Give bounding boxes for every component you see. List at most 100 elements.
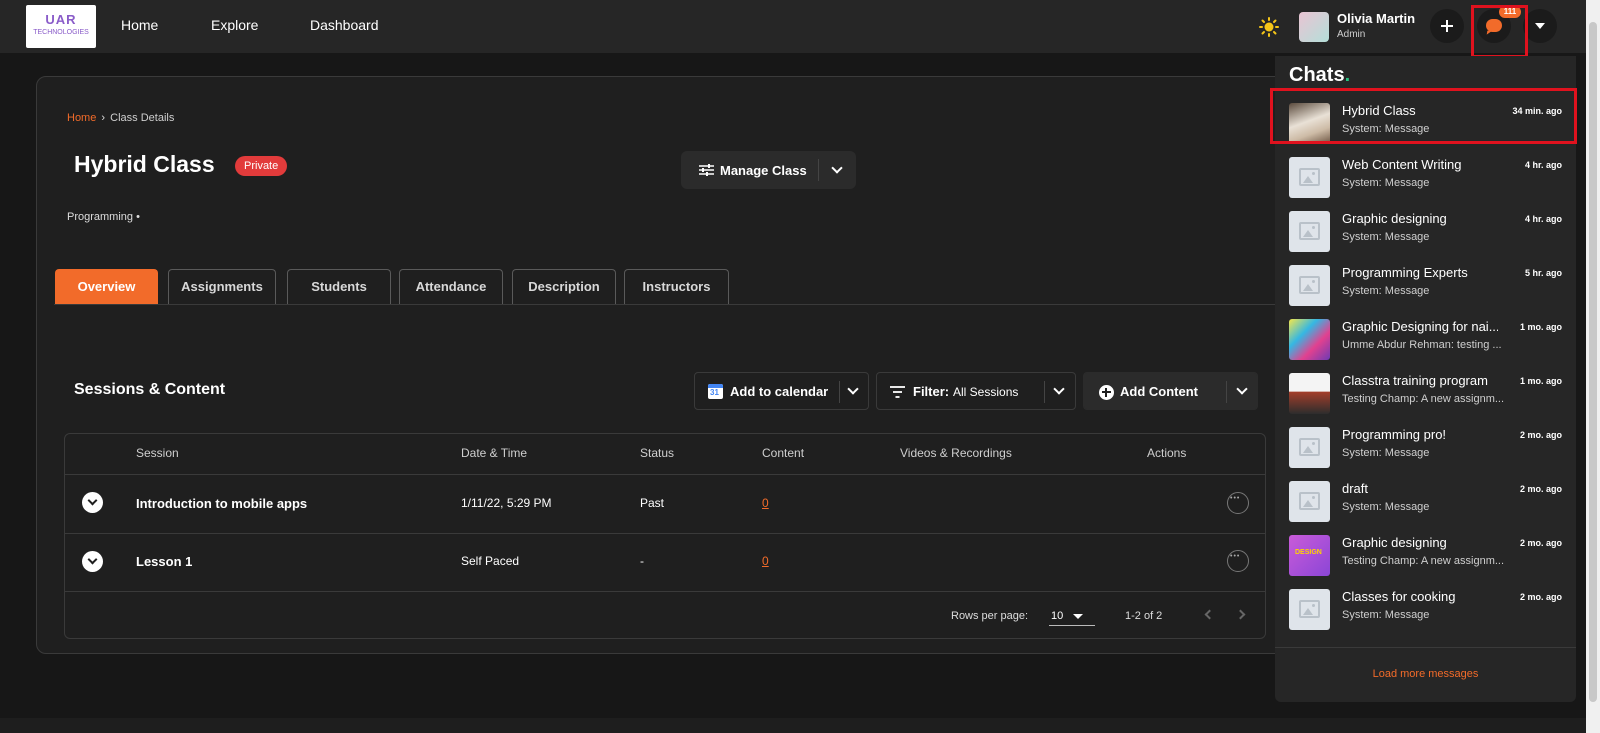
chat-name: Programming Experts	[1342, 265, 1468, 280]
next-page-icon[interactable]	[1235, 609, 1246, 620]
filter-icon	[890, 386, 905, 398]
chevron-down-icon[interactable]	[831, 162, 843, 174]
chat-item[interactable]: DESIGN Graphic designing Testing Champ: …	[1275, 528, 1576, 582]
logo-line1: UAR	[45, 12, 77, 27]
image-placeholder-icon	[1299, 492, 1320, 510]
chat-time: 2 mo. ago	[1519, 484, 1562, 494]
session-name[interactable]: Introduction to mobile apps	[136, 496, 307, 511]
nav-dashboard-link[interactable]: Dashboard	[310, 17, 379, 33]
nav-explore-link[interactable]: Explore	[211, 17, 258, 33]
chat-last-message: System: Message	[1342, 177, 1430, 189]
chat-item[interactable]: Classes for cooking System: Message 2 mo…	[1275, 582, 1576, 636]
chat-time: 2 mo. ago	[1519, 538, 1562, 548]
row-divider	[65, 533, 1265, 534]
top-navbar: UAR TECHNOLOGIES Home Explore Dashboard …	[0, 0, 1586, 53]
breadcrumb: Home › Class Details	[67, 112, 174, 124]
user-avatar[interactable]	[1299, 12, 1329, 42]
chat-last-message: System: Message	[1342, 447, 1430, 459]
sessions-table: Session Date & Time Status Content Video…	[64, 433, 1266, 639]
breadcrumb-home-link[interactable]: Home	[67, 112, 96, 124]
filter-label: Filter:	[913, 384, 950, 399]
chat-last-message: System: Message	[1342, 501, 1430, 513]
chat-name: Classes for cooking	[1342, 589, 1456, 604]
column-header-session: Session	[136, 446, 179, 460]
image-placeholder-icon	[1299, 168, 1320, 186]
page-title: Hybrid Class	[74, 151, 215, 177]
session-name[interactable]: Lesson 1	[136, 554, 192, 569]
chat-item[interactable]: Programming pro! System: Message 2 mo. a…	[1275, 420, 1576, 474]
row-divider	[65, 591, 1265, 592]
chat-item[interactable]: Graphic designing System: Message 4 hr. …	[1275, 204, 1576, 258]
logo-line2: TECHNOLOGIES	[33, 29, 89, 36]
page-scrollbar[interactable]	[1586, 0, 1600, 733]
chats-title: Chats.	[1289, 64, 1350, 87]
chat-thumbnail	[1289, 481, 1330, 522]
chat-item[interactable]: Graphic Designing for nai... Umme Abdur …	[1275, 312, 1576, 366]
brand-logo[interactable]: UAR TECHNOLOGIES	[26, 5, 96, 48]
chat-name: draft	[1342, 481, 1369, 496]
tab-attendance[interactable]: Attendance	[399, 269, 503, 305]
more-horizontal-icon[interactable]	[1227, 550, 1249, 572]
manage-class-button[interactable]: Manage Class	[681, 151, 856, 189]
add-content-button[interactable]: Add Content	[1083, 372, 1258, 410]
prev-page-icon[interactable]	[1204, 609, 1215, 620]
thumbnail-text: DESIGN	[1295, 549, 1322, 556]
chevron-down-icon[interactable]	[1053, 383, 1065, 395]
session-datetime: Self Paced	[461, 554, 520, 568]
expand-row-button[interactable]	[82, 492, 103, 513]
breadcrumb-current: Class Details	[110, 112, 175, 124]
pagination-range: 1-2 of 2	[1125, 610, 1163, 622]
chat-item[interactable]: Classtra training program Testing Champ:…	[1275, 366, 1576, 420]
chevron-down-icon[interactable]	[1236, 383, 1248, 395]
divider	[1044, 381, 1045, 403]
session-content-link[interactable]: 0	[762, 496, 769, 510]
chat-thumbnail	[1289, 157, 1330, 198]
chevron-down-icon[interactable]	[847, 383, 859, 395]
filter-dropdown[interactable]: Filter: All Sessions	[876, 372, 1076, 410]
chat-name: Web Content Writing	[1342, 157, 1462, 172]
nav-home-link[interactable]: Home	[121, 17, 158, 33]
column-header-datetime: Date & Time	[461, 446, 528, 460]
scrollbar-thumb[interactable]	[1589, 22, 1597, 702]
chat-item[interactable]: draft System: Message 2 mo. ago	[1275, 474, 1576, 528]
user-name[interactable]: Olivia Martin	[1337, 11, 1415, 26]
tabs-divider	[54, 304, 1326, 305]
chat-time: 4 hr. ago	[1524, 160, 1562, 170]
session-status: Past	[640, 496, 665, 510]
chat-name: Graphic designing	[1342, 211, 1447, 226]
user-menu-button[interactable]	[1523, 9, 1557, 43]
rows-per-page-select[interactable]: 10	[1049, 604, 1095, 626]
expand-row-button[interactable]	[82, 551, 103, 572]
chat-item[interactable]: Programming Experts System: Message 5 hr…	[1275, 258, 1576, 312]
chat-time: 2 mo. ago	[1519, 592, 1562, 602]
add-content-label: Add Content	[1120, 384, 1198, 399]
chat-name: Graphic designing	[1342, 535, 1447, 550]
chat-name: Graphic Designing for nai...	[1342, 319, 1498, 334]
chat-time: 4 hr. ago	[1524, 214, 1562, 224]
tab-assignments[interactable]: Assignments	[168, 269, 276, 305]
chats-title-text: Chats	[1289, 64, 1345, 86]
chat-thumbnail: DESIGN	[1289, 535, 1330, 576]
tab-overview[interactable]: Overview	[55, 269, 158, 305]
google-calendar-icon	[708, 384, 723, 399]
more-horizontal-icon[interactable]	[1227, 492, 1249, 514]
add-to-calendar-button[interactable]: Add to calendar	[694, 372, 869, 410]
sun-icon[interactable]	[1259, 17, 1279, 37]
add-button[interactable]	[1430, 9, 1464, 43]
image-placeholder-icon	[1299, 438, 1320, 456]
caret-down-icon	[1073, 614, 1083, 619]
chat-button-highlight	[1471, 5, 1528, 58]
chat-item[interactable]: Web Content Writing System: Message 4 hr…	[1275, 150, 1576, 204]
chats-title-dot: .	[1344, 64, 1351, 86]
chat-time: 2 mo. ago	[1519, 430, 1562, 440]
tab-instructors[interactable]: Instructors	[624, 269, 729, 305]
tab-description[interactable]: Description	[512, 269, 616, 305]
image-placeholder-icon	[1299, 600, 1320, 618]
sliders-icon	[699, 164, 714, 176]
tab-students[interactable]: Students	[287, 269, 391, 305]
user-role: Admin	[1337, 29, 1366, 40]
chat-time: 1 mo. ago	[1519, 322, 1562, 332]
session-content-link[interactable]: 0	[762, 554, 769, 568]
load-more-messages-link[interactable]: Load more messages	[1275, 668, 1576, 680]
chat-name: Programming pro!	[1342, 427, 1447, 442]
